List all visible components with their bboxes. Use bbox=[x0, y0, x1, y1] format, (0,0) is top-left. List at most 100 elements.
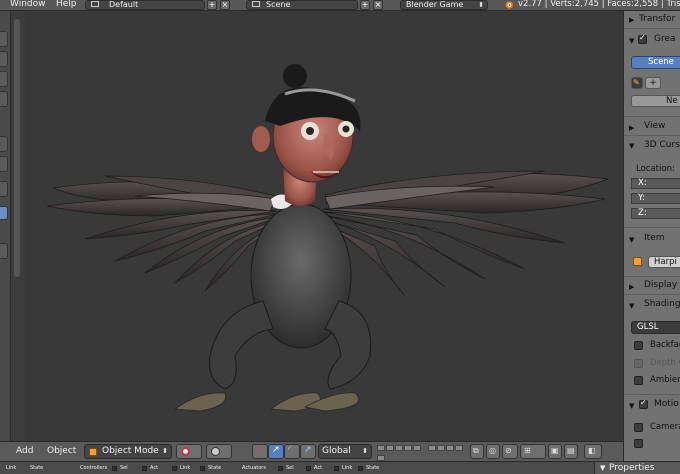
layer-button[interactable] bbox=[436, 445, 445, 451]
cursor-z-field[interactable]: Z: bbox=[631, 208, 680, 219]
new-button[interactable]: Ne bbox=[631, 95, 680, 107]
scene-dropdown[interactable]: Scene bbox=[246, 0, 358, 10]
add-layout-button[interactable]: + bbox=[207, 0, 217, 10]
cursor-y-field[interactable]: Y: bbox=[631, 193, 680, 204]
orientation-label: Global bbox=[322, 446, 351, 456]
shading-mode-dropdown[interactable]: GLSL bbox=[631, 321, 680, 334]
expand-arrow-icon[interactable]: ▼ bbox=[629, 402, 634, 410]
panel-grease-pencil[interactable]: Grea bbox=[654, 34, 676, 44]
snap-element-dropdown[interactable]: ⊞ bbox=[520, 444, 546, 459]
cursor-x-field[interactable]: X: bbox=[631, 178, 680, 189]
viewport-render-button[interactable]: ◧ bbox=[584, 444, 602, 459]
tool-tab[interactable] bbox=[0, 181, 8, 197]
divider bbox=[624, 135, 680, 136]
layer-button[interactable] bbox=[377, 445, 385, 451]
expand-arrow-icon[interactable]: ▼ bbox=[629, 302, 634, 310]
object-cube-icon bbox=[633, 257, 642, 266]
remove-layout-button[interactable]: × bbox=[220, 0, 230, 10]
link-checkbox-2[interactable] bbox=[334, 466, 339, 471]
proportional-edit-button[interactable]: ◎ bbox=[486, 444, 500, 459]
ambient-checkbox[interactable] bbox=[634, 376, 643, 385]
pivot-point-dropdown[interactable] bbox=[206, 444, 232, 459]
grease-pencil-checkbox[interactable] bbox=[638, 33, 647, 44]
layer-button[interactable] bbox=[445, 445, 454, 451]
add-scene-button[interactable]: + bbox=[360, 0, 370, 10]
camera-checkbox[interactable] bbox=[634, 423, 643, 432]
rotate-manipulator[interactable]: ◜ bbox=[284, 444, 300, 459]
manipulator-toggle[interactable]: ⊥ bbox=[252, 444, 268, 459]
render-animation-button[interactable]: ▤ bbox=[564, 444, 578, 459]
object-mode-dropdown[interactable]: Object Mode ⬍ bbox=[84, 444, 172, 459]
link-label-3: Link bbox=[342, 465, 353, 471]
tool-tab[interactable] bbox=[0, 156, 8, 172]
menu-add[interactable]: Add bbox=[16, 446, 33, 456]
panel-shading[interactable]: Shading bbox=[644, 299, 680, 309]
panel-transform[interactable]: Transfor bbox=[639, 14, 675, 24]
arrow-icon: ↗ bbox=[272, 445, 280, 455]
panel-item[interactable]: Item bbox=[644, 233, 665, 243]
scale-manipulator[interactable]: ↗ bbox=[300, 444, 316, 459]
controllers-label: Controllers bbox=[80, 465, 108, 471]
menu-help[interactable]: Help bbox=[56, 0, 77, 9]
act-checkbox[interactable] bbox=[142, 466, 147, 471]
layer-buttons[interactable] bbox=[376, 445, 466, 471]
link-label: Link bbox=[6, 465, 17, 471]
layer-button[interactable] bbox=[427, 445, 436, 451]
layer-button[interactable] bbox=[413, 445, 421, 451]
remove-scene-button[interactable]: × bbox=[373, 0, 383, 10]
tool-tab[interactable] bbox=[0, 51, 8, 67]
3d-viewport[interactable] bbox=[25, 11, 623, 441]
expand-arrow-icon[interactable]: ▼ bbox=[629, 236, 634, 244]
object-name-field[interactable]: Harpi bbox=[648, 256, 680, 268]
logic-editor-strip: Link State Controllers Sel Act Link Stat… bbox=[0, 461, 594, 474]
collapse-arrow-icon[interactable]: ▶ bbox=[629, 16, 634, 24]
tool-tab[interactable] bbox=[0, 243, 8, 259]
panel-view[interactable]: View bbox=[644, 121, 665, 131]
state-checkbox-2[interactable] bbox=[358, 466, 363, 471]
act-checkbox-2[interactable] bbox=[306, 466, 311, 471]
collapse-arrow-icon[interactable]: ▼ bbox=[600, 464, 605, 472]
screen-layout-dropdown[interactable]: Default bbox=[85, 0, 205, 10]
divider bbox=[624, 276, 680, 277]
tool-shelf-tabs bbox=[0, 11, 11, 441]
sel-checkbox-2[interactable] bbox=[278, 466, 283, 471]
render-opengl-button[interactable]: ▣ bbox=[548, 444, 562, 459]
tool-tab[interactable] bbox=[0, 31, 8, 47]
layer-button[interactable] bbox=[454, 445, 463, 451]
collapse-arrow-icon[interactable]: ▶ bbox=[629, 124, 634, 132]
menu-window[interactable]: Window bbox=[10, 0, 46, 9]
backface-checkbox[interactable] bbox=[634, 341, 643, 350]
panel-display[interactable]: Display bbox=[644, 280, 677, 290]
layer-button[interactable] bbox=[404, 445, 412, 451]
layer-button[interactable] bbox=[386, 445, 394, 451]
scrollbar-thumb[interactable] bbox=[14, 19, 20, 277]
expand-arrow-icon[interactable]: ▼ bbox=[629, 37, 634, 45]
render-engine-dropdown[interactable]: Blender Game ⬍ bbox=[400, 0, 488, 10]
depth-checkbox[interactable] bbox=[634, 359, 643, 368]
panel-motion-tracking[interactable]: Motio bbox=[654, 399, 679, 409]
sel-checkbox[interactable] bbox=[112, 466, 117, 471]
camera-label: Camera bbox=[650, 422, 680, 432]
layer-button[interactable] bbox=[395, 445, 403, 451]
tool-tab[interactable] bbox=[0, 71, 8, 87]
link-checkbox[interactable] bbox=[172, 466, 177, 471]
collapse-arrow-icon[interactable]: ▶ bbox=[629, 283, 634, 291]
motion-tracking-checkbox[interactable] bbox=[639, 398, 648, 409]
tool-tab-active[interactable] bbox=[0, 206, 8, 220]
state-checkbox[interactable] bbox=[200, 466, 205, 471]
snap-toggle[interactable]: ⊘ bbox=[502, 444, 518, 459]
pencil-icon[interactable]: ✎ bbox=[631, 77, 643, 89]
expand-arrow-icon[interactable]: ▼ bbox=[629, 142, 634, 150]
add-layer-button[interactable]: + bbox=[645, 77, 661, 89]
tool-tab[interactable] bbox=[0, 136, 8, 152]
scene-source-button[interactable]: Scene bbox=[631, 56, 680, 69]
transform-orientation-dropdown[interactable]: Global ⬍ bbox=[318, 444, 372, 459]
properties-header[interactable]: ▼ Properties bbox=[594, 461, 680, 474]
extra-checkbox[interactable] bbox=[634, 439, 643, 448]
panel-3d-cursor[interactable]: 3D Curso bbox=[644, 140, 680, 150]
translate-manipulator[interactable]: ↗ bbox=[268, 444, 284, 459]
layer-lock-button[interactable]: ⧉ bbox=[470, 444, 484, 459]
tool-tab[interactable] bbox=[0, 91, 8, 107]
menu-object[interactable]: Object bbox=[47, 446, 76, 456]
viewport-shading-dropdown[interactable] bbox=[176, 444, 202, 459]
